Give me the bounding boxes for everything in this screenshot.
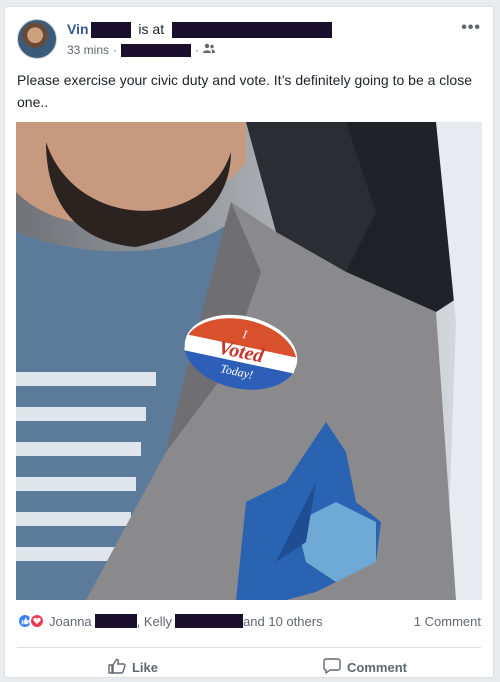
post-header: Vin is at 33 mins · · •••: [17, 19, 481, 67]
friends-icon[interactable]: [203, 43, 216, 57]
redacted-surname: [90, 22, 131, 39]
redacted-reactor-2: [175, 614, 244, 628]
comments-count[interactable]: 1 Comment: [414, 614, 481, 629]
reactor-name-2[interactable]: , Kelly: [137, 614, 172, 629]
redacted-location: [172, 22, 332, 39]
love-reaction-icon: [29, 613, 45, 629]
redacted-meta: [121, 43, 192, 57]
photo-illustration: I Voted Today!: [16, 122, 482, 600]
thumbs-up-icon: [108, 658, 126, 677]
more-options-icon[interactable]: •••: [461, 19, 481, 37]
speech-bubble-icon: [323, 657, 341, 677]
post-meta: 33 mins · ·: [67, 43, 216, 57]
post-photo[interactable]: I Voted Today!: [16, 122, 482, 600]
meta-separator: ·: [113, 43, 118, 57]
reactions-bar: Joanna , Kelly and 10 others 1 Comment: [17, 609, 481, 633]
post-timestamp[interactable]: 33 mins: [67, 43, 109, 57]
actions-divider: [17, 647, 481, 648]
like-label: Like: [131, 659, 158, 675]
comment-button[interactable]: Comment: [249, 652, 481, 682]
reactor-name-1[interactable]: Joanna: [49, 614, 92, 629]
like-button[interactable]: Like: [17, 652, 249, 682]
author-avatar[interactable]: [17, 19, 57, 59]
others-count[interactable]: and 10 others: [243, 614, 323, 629]
post-actions: Like Comment: [17, 652, 481, 682]
redacted-reactor-1: [94, 614, 137, 628]
post-card: Vin is at 33 mins · · ••• Please exercis…: [4, 6, 494, 678]
comment-label: Comment: [347, 659, 407, 675]
is-at-label: is at: [138, 21, 165, 37]
dot-separator: ·: [195, 43, 200, 57]
post-text: Please exercise your civic duty and vote…: [17, 72, 472, 110]
author-name[interactable]: Vin: [67, 21, 89, 37]
author-line: Vin is at: [67, 21, 332, 39]
reaction-icons[interactable]: [17, 613, 45, 629]
